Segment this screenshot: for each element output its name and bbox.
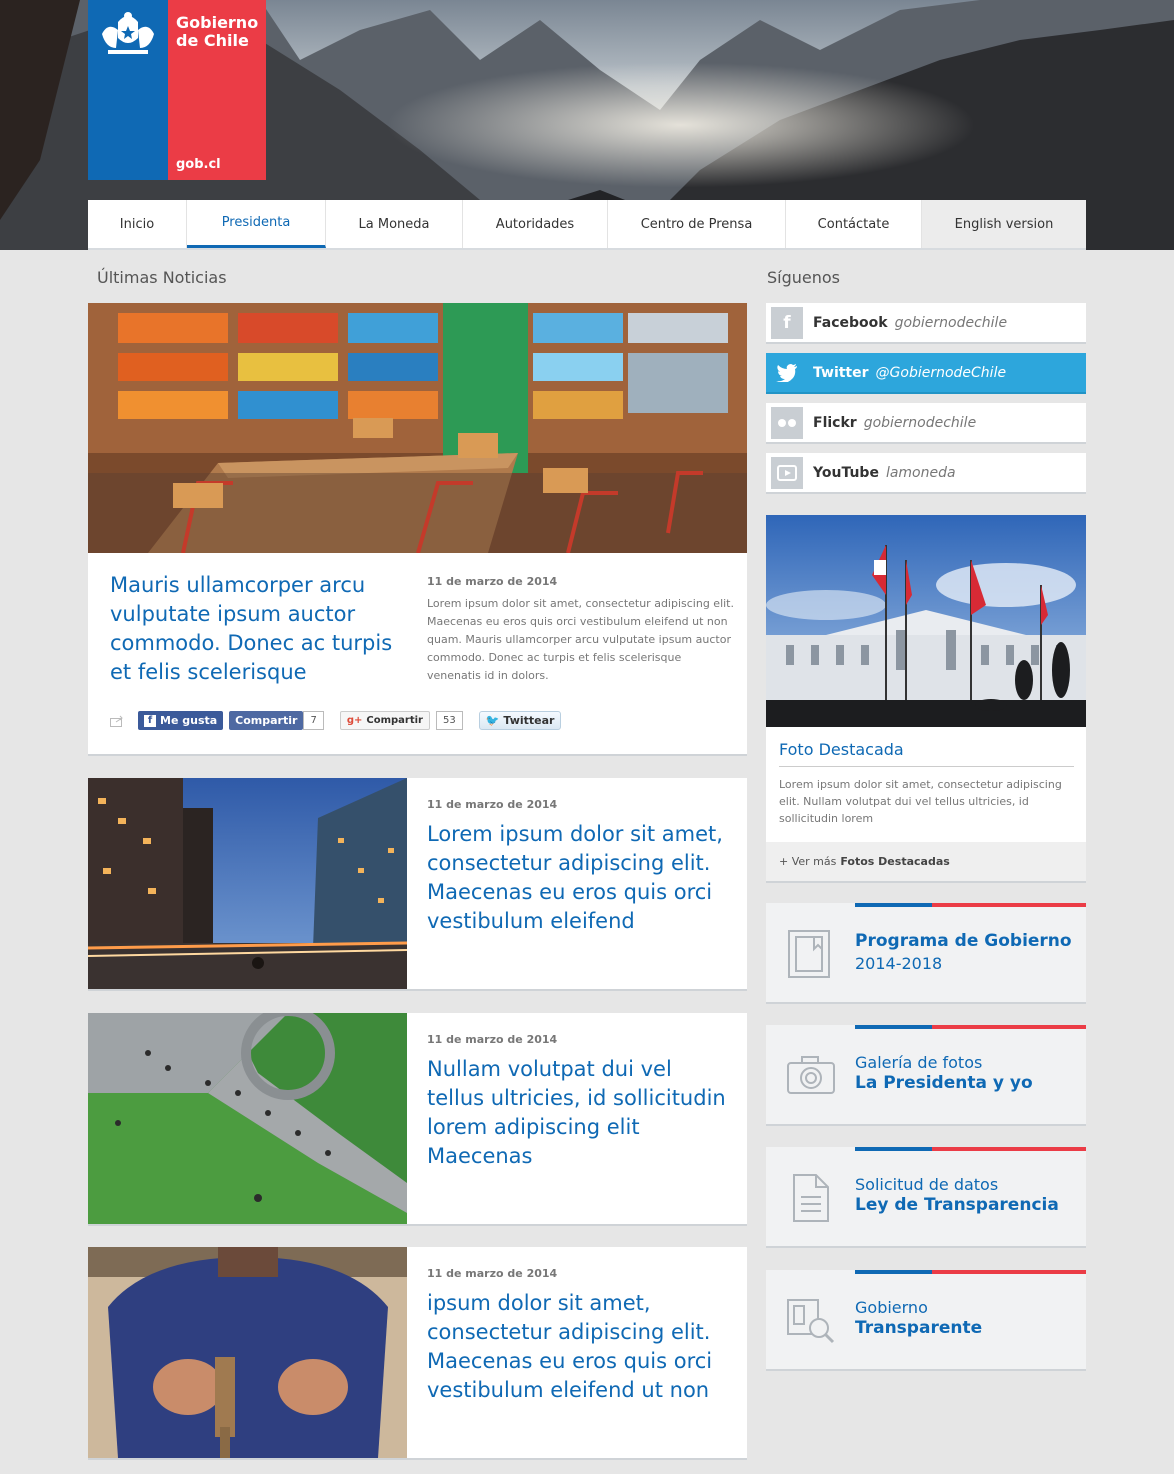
news-card: 11 de marzo de 2014 Lorem ipsum dolor si… xyxy=(88,778,747,991)
facebook-like-button[interactable]: f Me gusta xyxy=(138,711,224,730)
featured-news-image[interactable] xyxy=(88,303,747,553)
news-card-image[interactable] xyxy=(88,1247,407,1458)
share-icon[interactable] xyxy=(110,715,132,727)
twitter-icon xyxy=(771,357,803,389)
google-plus-share-count: 53 xyxy=(435,711,463,730)
nav-item-autoridades[interactable]: Autoridades xyxy=(463,200,608,248)
twitter-bird-icon: 🐦 xyxy=(485,714,500,727)
news-card-title[interactable]: ipsum dolor sit amet, consectetur adipis… xyxy=(427,1289,727,1405)
news-card: 11 de marzo de 2014 Nullam volutpat dui … xyxy=(88,1013,747,1226)
document-icon xyxy=(788,930,830,978)
flag-stripe xyxy=(855,1025,1086,1029)
news-card-image[interactable] xyxy=(88,778,407,989)
flag-stripe xyxy=(855,1147,1086,1151)
news-card-date: 11 de marzo de 2014 xyxy=(427,1267,558,1280)
promo-ley-de-transparencia[interactable]: Solicitud de datos Ley de Transparencia xyxy=(766,1147,1086,1248)
news-card-title[interactable]: Lorem ipsum dolor sit amet, consectetur … xyxy=(427,820,727,936)
coat-of-arms-icon xyxy=(102,12,154,54)
share-bar: f Me gusta Compartir 7 g+ Compartir 53 🐦… xyxy=(110,711,562,730)
facebook-icon: f xyxy=(771,306,803,339)
featured-news-date: 11 de marzo de 2014 xyxy=(427,575,558,588)
featured-news-title[interactable]: Mauris ullamcorper arcu vulputate ipsum … xyxy=(110,571,410,687)
promo-programa-de-gobierno[interactable]: Programa de Gobierno 2014-2018 xyxy=(766,903,1086,1004)
flag-stripe xyxy=(855,1270,1086,1274)
magnifier-document-icon xyxy=(787,1299,835,1344)
file-icon xyxy=(793,1174,829,1222)
flag-stripe xyxy=(855,903,1086,907)
camera-icon xyxy=(787,1056,835,1094)
news-card-date: 11 de marzo de 2014 xyxy=(427,798,558,811)
news-section-title: Últimas Noticias xyxy=(97,268,227,287)
nav-item-inicio[interactable]: Inicio xyxy=(88,200,187,248)
google-plus-icon: g+ xyxy=(346,715,363,726)
featured-photo-title[interactable]: Foto Destacada xyxy=(779,740,904,759)
nav-item-presidenta[interactable]: Presidenta xyxy=(187,200,326,248)
google-plus-share-button[interactable]: g+ Compartir xyxy=(339,711,430,730)
social-link-facebook[interactable]: f Facebook gobiernodechile xyxy=(766,303,1086,344)
see-more-photos-link[interactable]: + Ver más Fotos Destacadas xyxy=(766,842,1086,881)
news-card-image[interactable] xyxy=(88,1013,407,1224)
social-link-twitter[interactable]: Twitter @GobiernodeChile xyxy=(766,353,1086,394)
tweet-button[interactable]: 🐦 Twittear xyxy=(478,711,562,730)
flickr-icon xyxy=(771,406,803,439)
promo-galeria-de-fotos[interactable]: Galería de fotos La Presidenta y yo xyxy=(766,1025,1086,1126)
news-card-title[interactable]: Nullam volutpat dui vel tellus ultricies… xyxy=(427,1055,727,1171)
nav-item-contactate[interactable]: Contáctate xyxy=(786,200,922,248)
featured-photo-image[interactable] xyxy=(766,515,1086,727)
featured-news-card: Mauris ullamcorper arcu vulputate ipsum … xyxy=(88,303,747,756)
featured-news-excerpt: Lorem ipsum dolor sit amet, consectetur … xyxy=(427,597,734,682)
nav-item-english-version[interactable]: English version xyxy=(922,200,1086,248)
brand-url: gob.cl xyxy=(176,157,221,172)
facebook-icon: f xyxy=(144,714,156,727)
nav-item-centro-de-prensa[interactable]: Centro de Prensa xyxy=(608,200,786,248)
nav-item-la-moneda[interactable]: La Moneda xyxy=(326,200,463,248)
facebook-share-count: 7 xyxy=(303,711,324,730)
social-link-youtube[interactable]: YouTube lamoneda xyxy=(766,453,1086,494)
featured-photo-divider xyxy=(779,766,1074,767)
follow-section-title: Síguenos xyxy=(767,268,841,287)
brand-name: Gobierno de Chile xyxy=(176,13,259,50)
news-card-date: 11 de marzo de 2014 xyxy=(427,1033,558,1046)
featured-photo-widget: Foto Destacada Lorem ipsum dolor sit ame… xyxy=(766,515,1086,883)
news-card: 11 de marzo de 2014 ipsum dolor sit amet… xyxy=(88,1247,747,1460)
social-link-flickr[interactable]: Flickr gobiernodechile xyxy=(766,403,1086,444)
main-navigation: Inicio Presidenta La Moneda Autoridades … xyxy=(88,200,1086,250)
gobierno-de-chile-logo[interactable]: Gobierno de Chile gob.cl xyxy=(88,0,266,180)
facebook-share-button[interactable]: Compartir xyxy=(229,711,304,730)
youtube-icon xyxy=(771,456,803,489)
featured-photo-description: Lorem ipsum dolor sit amet, consectetur … xyxy=(779,778,1062,825)
promo-gobierno-transparente[interactable]: Gobierno Transparente xyxy=(766,1270,1086,1371)
